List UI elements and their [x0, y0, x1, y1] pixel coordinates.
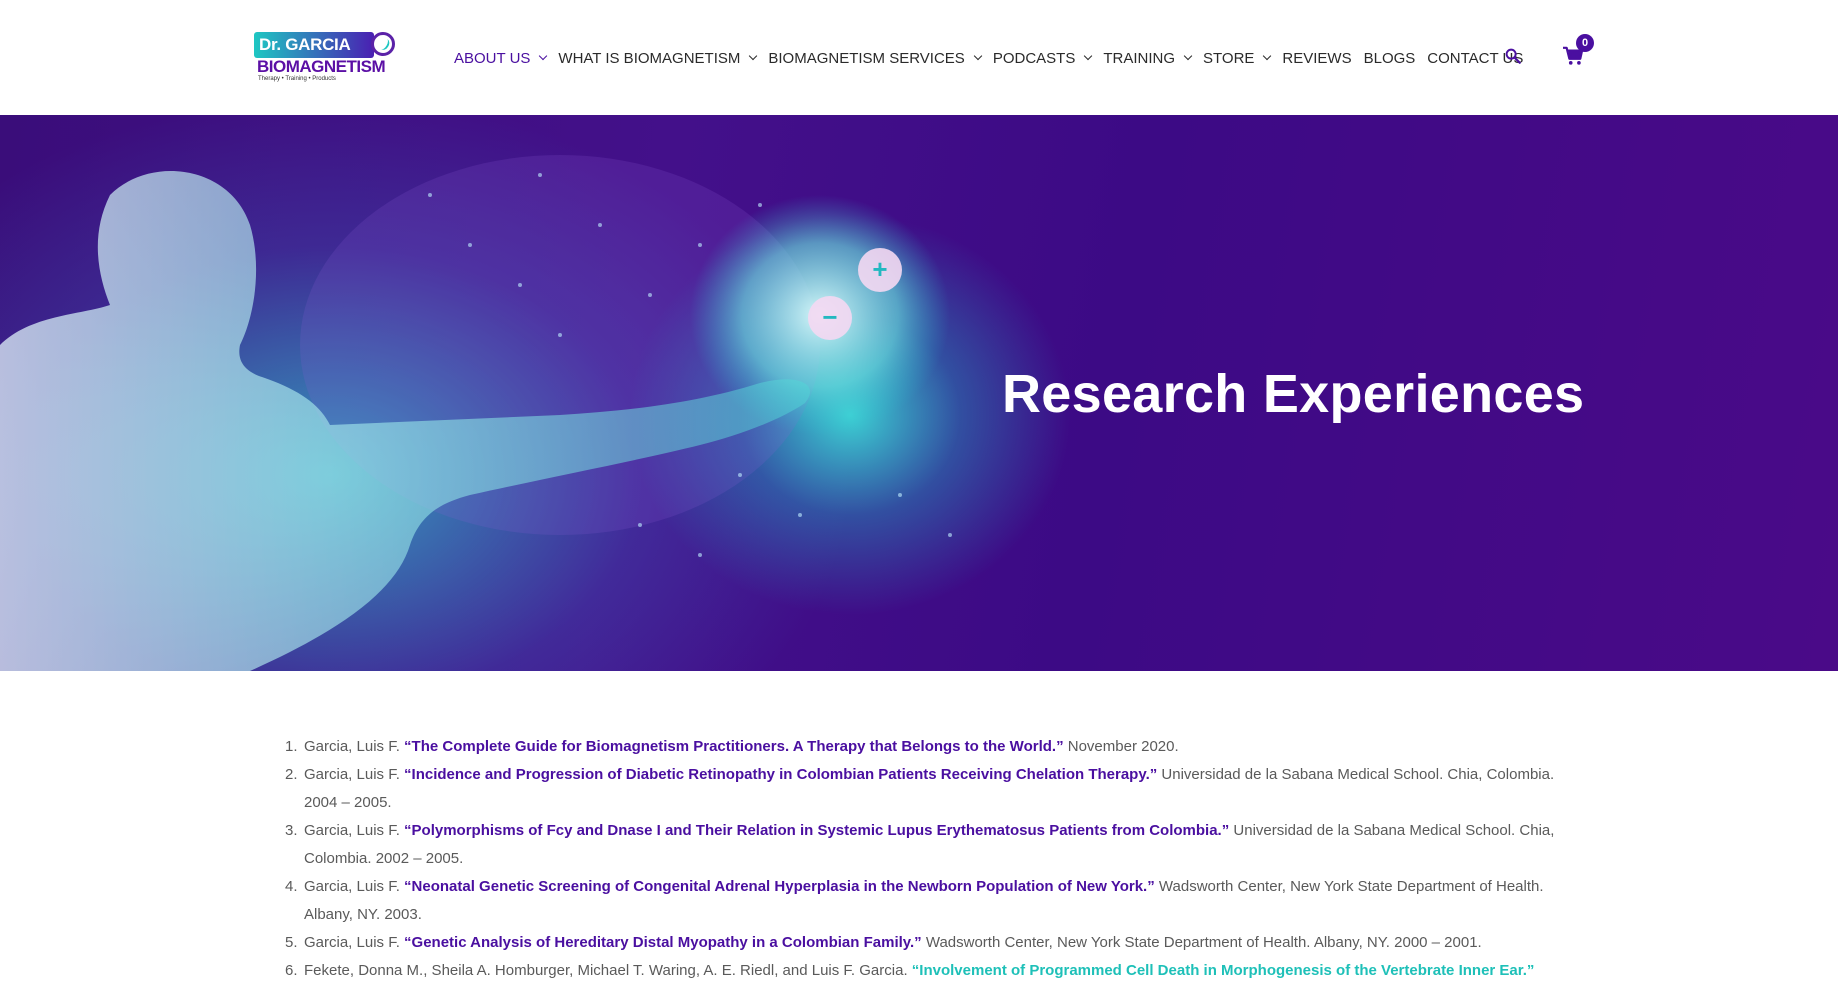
- nav-item-about-us[interactable]: ABOUT US: [454, 49, 548, 67]
- item-number: 3.: [285, 822, 298, 839]
- item-author: Garcia, Luis F.: [304, 738, 400, 755]
- list-item: 6. Fekete, Donna M., Sheila A. Homburger…: [285, 957, 1575, 985]
- item-author: Garcia, Luis F.: [304, 766, 400, 783]
- svg-text:−: −: [822, 302, 837, 332]
- nav-item-what-is-biomagnetism[interactable]: WHAT IS BIOMAGNETISM: [558, 49, 758, 67]
- site-logo[interactable]: Dr. GARCIA BIOMAGNETISM Therapy • Traini…: [254, 32, 395, 84]
- hero-illustration: + −: [0, 155, 952, 671]
- item-details: November 2020.: [1067, 738, 1179, 755]
- item-author: Garcia, Luis F.: [304, 822, 400, 839]
- chevron-down-icon: [1263, 51, 1272, 61]
- item-title[interactable]: “Involvement of Programmed Cell Death in…: [912, 962, 1535, 979]
- nav-label: REVIEWS: [1282, 49, 1352, 67]
- list-item: 1. Garcia, Luis F. “The Complete Guide f…: [285, 733, 1575, 761]
- chevron-down-icon: [973, 51, 983, 61]
- item-title: “The Complete Guide for Biomagnetism Pra…: [404, 738, 1064, 755]
- nav-item-store[interactable]: STORE: [1203, 49, 1272, 67]
- item-number: 4.: [285, 878, 298, 895]
- list-item: 2. Garcia, Luis F. “Incidence and Progre…: [285, 761, 1575, 817]
- item-title: “Neonatal Genetic Screening of Congenita…: [404, 878, 1155, 895]
- logo-tagline: Therapy • Training • Products: [258, 76, 336, 82]
- logo-line1: Dr. GARCIA: [259, 35, 351, 54]
- item-number: 1.: [285, 738, 298, 755]
- nav-item-biomagnetism-services[interactable]: BIOMAGNETISM SERVICES: [768, 49, 983, 67]
- nav-label: STORE: [1203, 49, 1255, 67]
- svg-text:+: +: [872, 254, 887, 284]
- chevron-down-icon: [749, 51, 758, 61]
- nav-label: BIOMAGNETISM SERVICES: [768, 49, 965, 67]
- item-number: 5.: [285, 934, 298, 951]
- nav-item-reviews[interactable]: REVIEWS: [1282, 50, 1351, 67]
- nav-label: PODCASTS: [992, 49, 1076, 67]
- nav-item-training[interactable]: TRAINING: [1103, 49, 1193, 67]
- logo-line2: BIOMAGNETISM: [257, 57, 386, 76]
- item-author: Garcia, Luis F.: [304, 878, 400, 895]
- research-list: 1. Garcia, Luis F. “The Complete Guide f…: [285, 733, 1575, 985]
- nav-label: TRAINING: [1103, 49, 1175, 67]
- item-number: 6.: [285, 962, 298, 979]
- chevron-down-icon: [1183, 51, 1193, 61]
- nav-label: BLOGS: [1363, 49, 1416, 67]
- chevron-down-icon: [539, 51, 548, 61]
- main-nav: ABOUT US WHAT IS BIOMAGNETISM BIOMAGNETI…: [454, 48, 1535, 68]
- nav-label: ABOUT US: [454, 49, 531, 67]
- item-title: “Incidence and Progression of Diabetic R…: [404, 766, 1158, 783]
- nav-item-blogs[interactable]: BLOGS: [1364, 50, 1416, 67]
- item-title: “Genetic Analysis of Hereditary Distal M…: [404, 934, 922, 951]
- list-item: 4. Garcia, Luis F. “Neonatal Genetic Scr…: [285, 873, 1575, 929]
- chevron-down-icon: [1084, 51, 1093, 61]
- site-header: Dr. GARCIA BIOMAGNETISM Therapy • Traini…: [0, 0, 1838, 115]
- item-author: Garcia, Luis F.: [304, 934, 400, 951]
- item-details: Wadsworth Center, New York State Departm…: [925, 934, 1482, 951]
- list-item: 5. Garcia, Luis F. “Genetic Analysis of …: [285, 929, 1575, 957]
- nav-item-podcasts[interactable]: PODCASTS: [992, 49, 1093, 67]
- page-title: Research Experiences: [1002, 364, 1585, 424]
- search-icon[interactable]: [1504, 47, 1522, 65]
- item-title: “Polymorphisms of Fcy and Dnase I and Th…: [404, 822, 1230, 839]
- nav-label: WHAT IS BIOMAGNETISM: [558, 49, 741, 67]
- cart-count-badge: 0: [1576, 34, 1594, 52]
- item-author: Fekete, Donna M., Sheila A. Homburger, M…: [304, 962, 908, 979]
- magnet-icon: [371, 32, 395, 56]
- hero-banner: + − Research Experiences: [0, 115, 1838, 671]
- item-number: 2.: [285, 766, 298, 783]
- list-item: 3. Garcia, Luis F. “Polymorphisms of Fcy…: [285, 817, 1575, 873]
